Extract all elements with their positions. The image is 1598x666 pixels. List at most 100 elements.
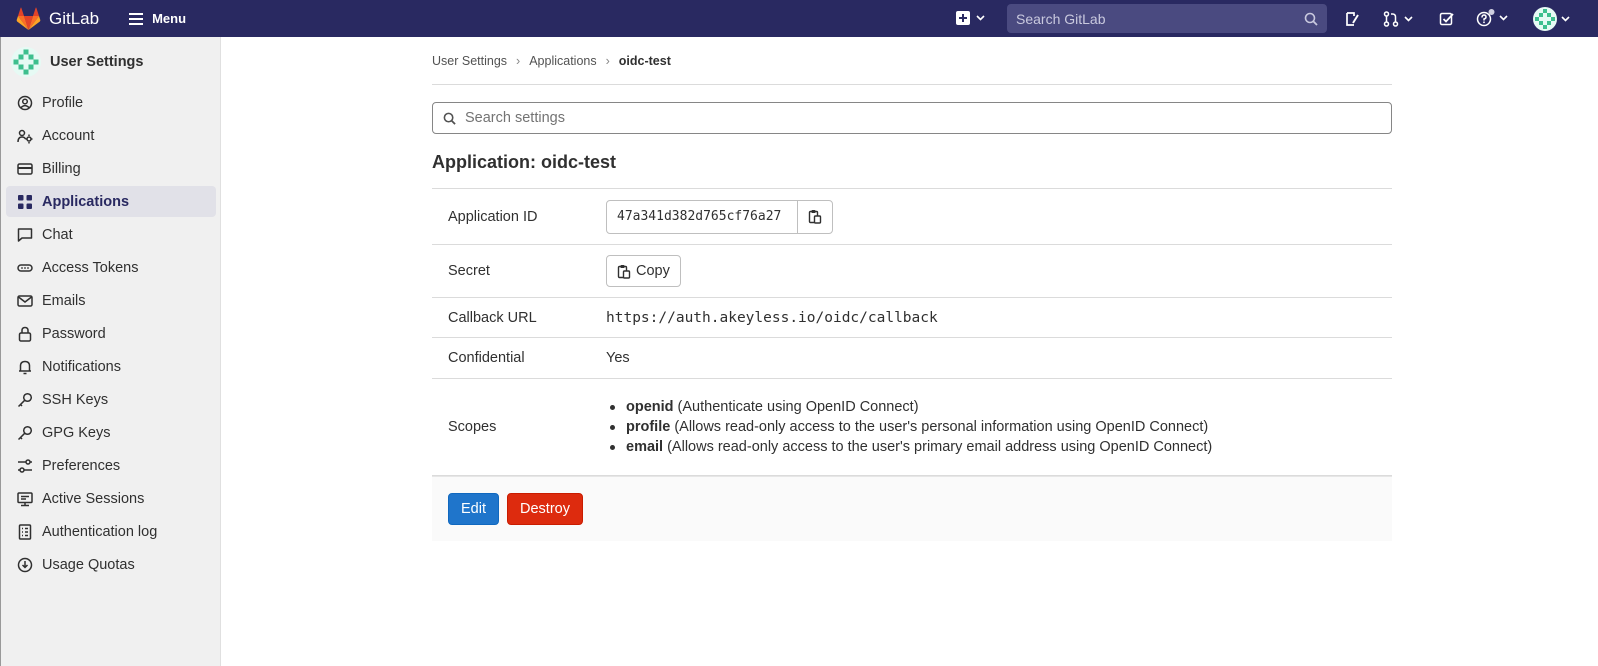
sidebar-item-label: Usage Quotas	[42, 556, 135, 573]
sidebar-item-usage-quotas[interactable]: Usage Quotas	[6, 549, 216, 580]
breadcrumb: User Settings › Applications › oidc-test	[432, 37, 1392, 85]
sidebar-item-label: Account	[42, 127, 95, 144]
scopes-label: Scopes	[432, 378, 606, 476]
sidebar-item-billing[interactable]: Billing	[6, 153, 216, 184]
sidebar-header[interactable]: User Settings	[1, 37, 220, 87]
sidebar-item-label: Profile	[42, 94, 84, 111]
mail-icon	[17, 293, 33, 309]
sidebar-item-label: Billing	[42, 160, 81, 177]
sidebar-item-label: Emails	[42, 292, 86, 309]
table-row: Callback URL https://auth.akeyless.io/oi…	[432, 297, 1392, 338]
scopes-list: openid (Authenticate using OpenID Connect…	[606, 397, 1392, 457]
sidebar-item-password[interactable]: Password	[6, 318, 216, 349]
sidebar-item-preferences[interactable]: Preferences	[6, 450, 216, 481]
sidebar-item-account[interactable]: Account	[6, 120, 216, 151]
gitlab-home-link[interactable]: GitLab	[16, 7, 99, 31]
scope-name: profile	[626, 419, 671, 435]
account-icon	[17, 128, 33, 144]
search-icon	[1304, 12, 1318, 26]
menu-label: Menu	[152, 11, 187, 26]
help-button[interactable]	[1476, 8, 1508, 28]
plus-square-icon	[956, 11, 970, 25]
sidebar-item-chat[interactable]: Chat	[6, 219, 216, 250]
todos-button[interactable]	[1439, 11, 1455, 27]
search-gitlab-input[interactable]: Search GitLab	[1007, 4, 1327, 33]
profile-icon	[17, 95, 33, 111]
scope-name: openid	[626, 399, 674, 415]
copy-secret-button[interactable]: Copy	[606, 255, 681, 287]
page-title: Application: oidc-test	[432, 152, 616, 172]
scope-description: (Allows read-only access to the user's p…	[674, 419, 1209, 435]
table-row: Application ID 47a341d382d765cf76a27	[432, 188, 1392, 245]
key-icon	[17, 425, 33, 441]
sidebar-item-label: Chat	[42, 226, 73, 243]
lock-icon	[17, 326, 33, 342]
table-row: Scopes openid (Authenticate using OpenID …	[432, 378, 1392, 476]
confidential-value: Yes	[606, 337, 1392, 379]
help-icon	[1476, 8, 1496, 28]
sidebar-item-ssh-keys[interactable]: SSH Keys	[6, 384, 216, 415]
sidebar-item-gpg-keys[interactable]: GPG Keys	[6, 417, 216, 448]
clipboard-icon	[617, 264, 636, 279]
form-actions: Edit Destroy	[432, 476, 1392, 541]
brand-name: GitLab	[49, 8, 100, 28]
chevron-down-icon	[1499, 15, 1508, 21]
clipboard-icon	[808, 209, 822, 224]
user-menu-button[interactable]	[1533, 7, 1570, 31]
sidebar-item-label: Applications	[42, 193, 130, 210]
search-settings-input[interactable]: Search settings	[432, 102, 1392, 134]
merge-requests-button[interactable]	[1383, 11, 1413, 27]
chat-icon	[17, 227, 33, 243]
sidebar-item-profile[interactable]: Profile	[6, 87, 216, 118]
top-navbar: GitLab Menu Search GitLab	[0, 0, 1598, 37]
hamburger-icon	[129, 12, 152, 25]
breadcrumb-applications[interactable]: Applications	[529, 54, 596, 68]
sidebar-item-label: SSH Keys	[42, 391, 109, 408]
quota-icon	[17, 557, 33, 573]
log-icon	[17, 523, 33, 540]
sidebar-item-label: GPG Keys	[42, 424, 111, 441]
chevron-right-icon: ›	[516, 53, 521, 68]
list-item: openid (Authenticate using OpenID Connect…	[606, 397, 1392, 417]
sidebar-item-emails[interactable]: Emails	[6, 285, 216, 316]
sidebar-item-label: Active Sessions	[42, 490, 145, 507]
secret-label: Secret	[432, 244, 606, 298]
avatar	[11, 47, 41, 77]
sidebar-item-access-tokens[interactable]: Access Tokens	[6, 252, 216, 283]
sidebar-item-authentication-log[interactable]: Authentication log	[6, 516, 216, 547]
menu-button[interactable]: Menu	[129, 11, 186, 26]
list-item: profile (Allows read-only access to the u…	[606, 417, 1392, 437]
sidebar-item-label: Password	[42, 325, 106, 342]
copy-application-id-button[interactable]	[797, 200, 832, 233]
scope-name: email	[626, 439, 664, 455]
bell-icon	[17, 359, 33, 375]
sidebar-item-label: Access Tokens	[42, 259, 139, 276]
search-settings-placeholder: Search settings	[465, 110, 565, 126]
sidebar-item-notifications[interactable]: Notifications	[6, 351, 216, 382]
table-row: Secret Copy	[432, 244, 1392, 298]
billing-icon	[17, 161, 33, 177]
list-item: email (Allows read-only access to the use…	[606, 437, 1392, 457]
sidebar-item-label: Authentication log	[42, 523, 158, 540]
issues-button[interactable]	[1344, 11, 1360, 27]
application-id-field: 47a341d382d765cf76a27	[606, 199, 833, 234]
chevron-down-icon	[1404, 16, 1413, 22]
breadcrumb-user-settings[interactable]: User Settings	[432, 54, 507, 68]
breadcrumb-current[interactable]: oidc-test	[619, 54, 671, 68]
chevron-right-icon: ›	[605, 53, 610, 68]
destroy-button[interactable]: Destroy	[507, 493, 583, 525]
edit-button[interactable]: Edit	[448, 493, 499, 525]
sidebar-item-active-sessions[interactable]: Active Sessions	[6, 483, 216, 514]
new-dropdown-button[interactable]	[956, 11, 985, 25]
preferences-icon	[17, 458, 33, 474]
search-placeholder: Search GitLab	[1016, 10, 1106, 27]
application-id-value[interactable]: 47a341d382d765cf76a27	[607, 201, 797, 233]
confidential-label: Confidential	[432, 337, 606, 379]
sidebar-item-applications[interactable]: Applications	[6, 186, 216, 217]
key-icon	[17, 392, 33, 408]
application-details-table: Application ID 47a341d382d765cf76a27 Sec…	[432, 188, 1392, 476]
callback-url-value: https://auth.akeyless.io/oidc/callback	[606, 297, 1392, 338]
scope-description: (Allows read-only access to the user's p…	[667, 439, 1213, 455]
gitlab-logo-icon	[16, 7, 41, 31]
issues-icon	[1344, 11, 1360, 27]
